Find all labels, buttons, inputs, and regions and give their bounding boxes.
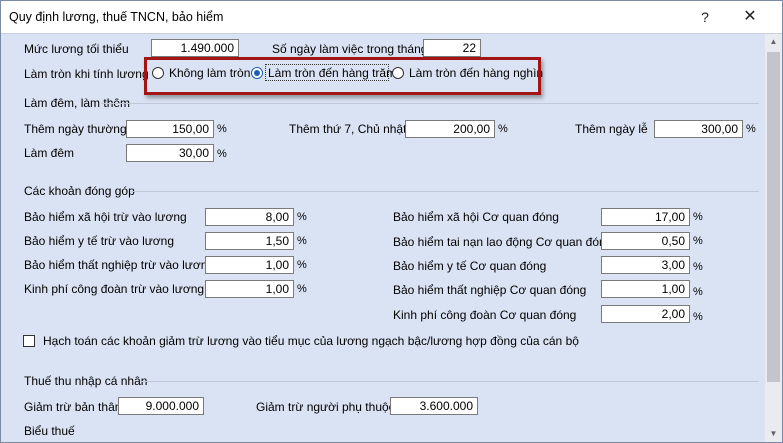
dialog-body: Mức lương tối thiểu 1.490.000 Số ngày là… [1, 34, 782, 442]
holiday-overtime-input[interactable]: 300,00 [654, 120, 743, 138]
personal-deduction-label: Giảm trừ bản thân [24, 400, 122, 414]
percent-sign: % [297, 283, 307, 295]
min-salary-label: Mức lương tối thiểu [24, 42, 129, 56]
tax-group-title: Thuế thu nhập cá nhân [24, 374, 148, 388]
deduction-accounting-checkbox[interactable] [23, 335, 35, 347]
tax-group-divider [141, 381, 759, 382]
agency-social-label: Bảo hiểm xã hội Cơ quan đóng [393, 210, 559, 224]
rounding-label: Làm tròn khi tính lương [24, 67, 149, 81]
agency-health-input[interactable]: 3,00 [601, 256, 690, 274]
percent-sign: % [297, 235, 307, 247]
night-work-input[interactable]: 30,00 [126, 144, 214, 162]
agency-unemployment-label: Bảo hiểm thất nghiệp Cơ quan đóng [393, 283, 587, 297]
employee-unemployment-label: Bảo hiểm thất nghiệp trừ vào lương [24, 258, 215, 272]
dialog-title: Quy định lương, thuế TNCN, bảo hiểm [9, 10, 224, 24]
percent-sign: % [693, 211, 703, 223]
title-bar: Quy định lương, thuế TNCN, bảo hiểm ? ✕ [1, 1, 782, 34]
workdays-label: Số ngày làm việc trong tháng [272, 42, 428, 56]
weekday-overtime-label: Thêm ngày thường [24, 122, 127, 136]
vertical-scrollbar[interactable]: ▲ ▼ [765, 34, 782, 442]
settings-dialog: Quy định lương, thuế TNCN, bảo hiểm ? ✕ … [0, 0, 783, 443]
percent-sign: % [693, 261, 703, 273]
percent-sign: % [693, 286, 703, 298]
employee-union-input[interactable]: 1,00 [205, 280, 294, 298]
percent-sign: % [297, 259, 307, 271]
percent-sign: % [297, 211, 307, 223]
percent-sign: % [693, 311, 703, 323]
agency-social-input[interactable]: 17,00 [601, 208, 690, 226]
employee-social-input[interactable]: 8,00 [205, 208, 294, 226]
agency-union-input[interactable]: 2,00 [601, 305, 690, 323]
night-work-label: Làm đêm [24, 146, 75, 160]
overtime-group-divider [101, 103, 759, 104]
employee-health-label: Bảo hiểm y tế trừ vào lương [24, 234, 174, 248]
help-button[interactable]: ? [687, 5, 723, 29]
employee-union-label: Kinh phí công đoàn trừ vào lương [24, 282, 205, 296]
personal-deduction-input[interactable]: 9.000.000 [118, 397, 204, 415]
weekend-overtime-input[interactable]: 200,00 [405, 120, 495, 138]
close-button[interactable]: ✕ [732, 5, 768, 29]
scroll-up-icon[interactable]: ▲ [765, 34, 782, 50]
highlight-annotation [144, 57, 541, 95]
percent-sign: % [498, 123, 508, 135]
weekend-overtime-label: Thêm thứ 7, Chủ nhật [289, 122, 407, 136]
employee-unemployment-input[interactable]: 1,00 [205, 256, 294, 274]
agency-unemployment-input[interactable]: 1,00 [601, 280, 690, 298]
holiday-overtime-label: Thêm ngày lễ [575, 122, 648, 136]
workdays-input[interactable]: 22 [423, 39, 481, 57]
scrollbar-thumb[interactable] [767, 52, 780, 382]
percent-sign: % [693, 235, 703, 247]
agency-accident-input[interactable]: 0,50 [601, 232, 690, 250]
employee-health-input[interactable]: 1,50 [205, 232, 294, 250]
min-salary-input[interactable]: 1.490.000 [151, 39, 239, 57]
contributions-group-divider [131, 191, 759, 192]
percent-sign: % [217, 148, 227, 160]
percent-sign: % [746, 123, 756, 135]
scroll-down-icon[interactable]: ▼ [765, 426, 782, 442]
percent-sign: % [217, 123, 227, 135]
dependent-deduction-label: Giảm trừ người phụ thuộc [256, 400, 395, 414]
weekday-overtime-input[interactable]: 150,00 [126, 120, 214, 138]
deduction-accounting-label[interactable]: Hạch toán các khoản giảm trừ lương vào t… [43, 334, 579, 348]
agency-accident-label: Bảo hiểm tai nạn lao động Cơ quan đóng [393, 235, 613, 249]
agency-union-label: Kinh phí công đoàn Cơ quan đóng [393, 308, 577, 322]
employee-social-label: Bảo hiểm xã hội trừ vào lương [24, 210, 187, 224]
dependent-deduction-input[interactable]: 3.600.000 [390, 397, 478, 415]
tax-table-label: Biểu thuế [24, 424, 75, 438]
contributions-group-title: Các khoản đóng góp [24, 184, 135, 198]
agency-health-label: Bảo hiểm y tế Cơ quan đóng [393, 259, 547, 273]
